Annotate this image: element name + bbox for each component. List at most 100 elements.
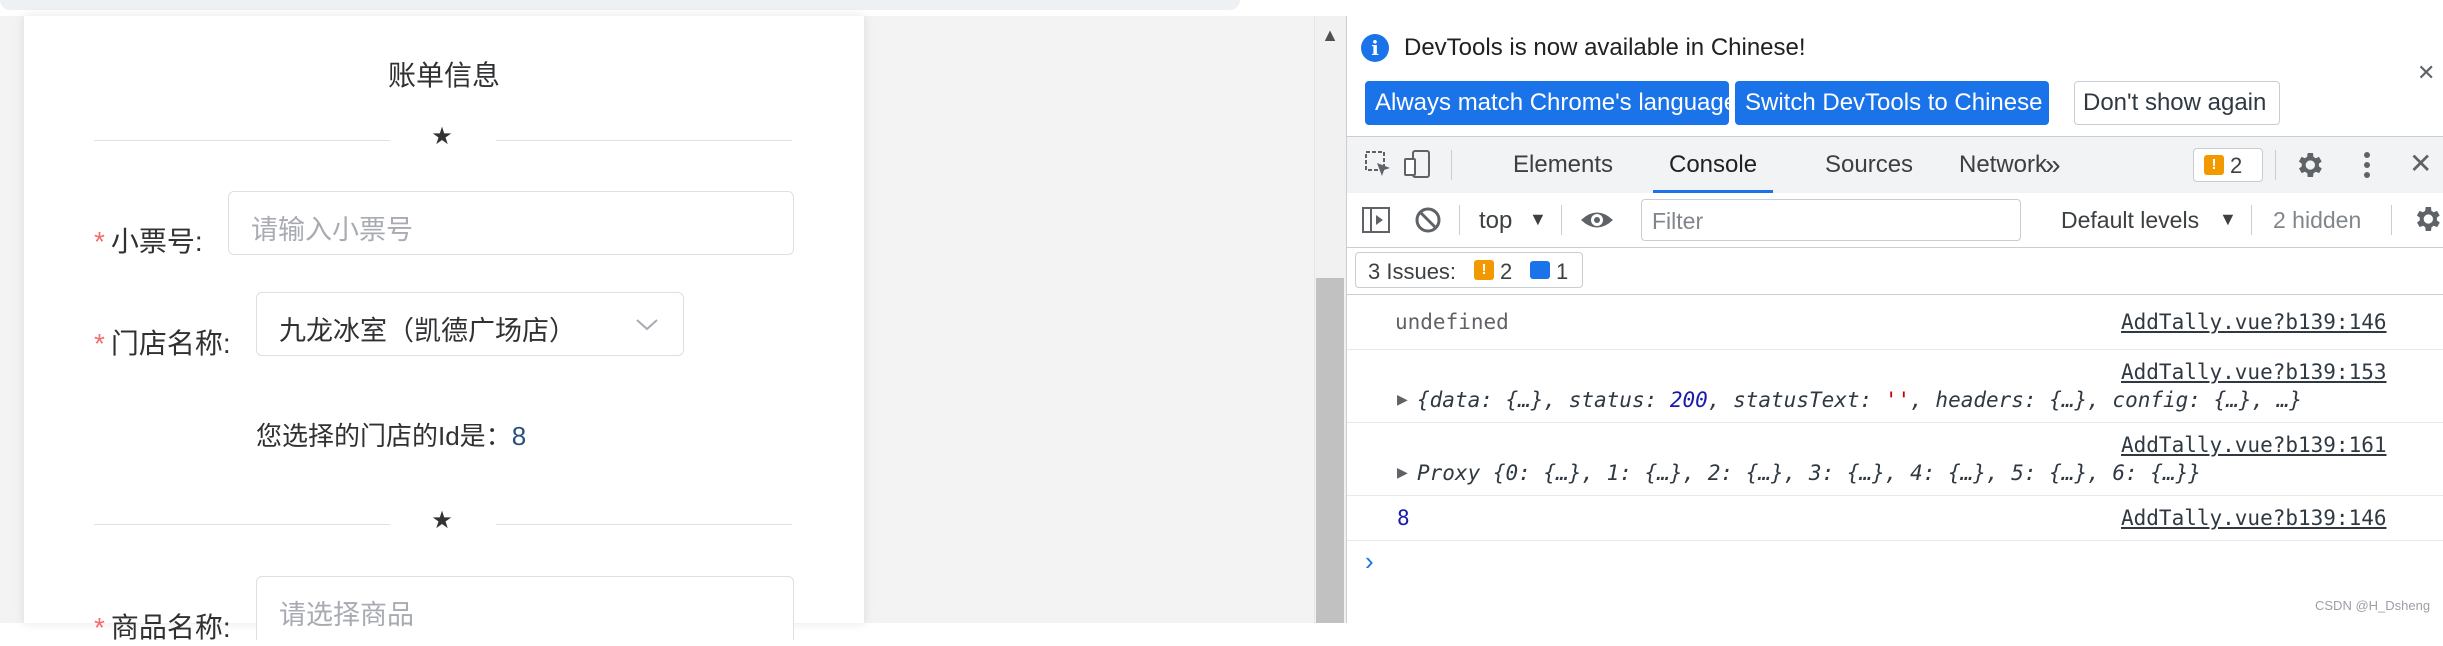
tab-sources[interactable]: Sources (1825, 137, 1913, 193)
close-icon[interactable]: ✕ (2417, 60, 2435, 86)
log-token: , headers: {…}, config: {…}, …} (1910, 388, 2303, 412)
log-source-link[interactable]: AddTally.vue?b139:161 (2121, 433, 2387, 457)
browser-top-strip (0, 0, 1316, 17)
expand-triangle-icon[interactable]: ▶ (1397, 391, 1408, 408)
info-icon: i (1361, 34, 1389, 62)
log-token: { (1417, 388, 1430, 412)
console-log-row: AddTally.vue?b139:153 ▶ {data: {…}, stat… (1347, 350, 2443, 423)
receipt-number-input[interactable]: 请输入小票号 (228, 191, 794, 255)
goods-label: * 商品名称: (94, 606, 231, 646)
divider-right (496, 140, 792, 141)
log-levels-dropdown[interactable]: Default levels ▼ (2061, 201, 2241, 239)
issues-bar: 3 Issues: ! 2 1 (1347, 248, 2443, 295)
page-title: 账单信息 (387, 60, 500, 91)
issues-label: 3 Issues: (1368, 259, 1457, 284)
context-selector[interactable]: top ▼ (1471, 201, 1551, 239)
log-object-proxy[interactable]: Proxy {0: {…}, 1: {…}, 2: {…}, 3: {…}, 4… (1417, 461, 2201, 485)
warning-icon: ! (1474, 260, 1494, 280)
log-message: 8 (1397, 506, 1410, 530)
log-token: 200 (1669, 388, 1708, 412)
log-source-link[interactable]: AddTally.vue?b139:146 (2121, 506, 2387, 530)
divider-left (94, 140, 390, 141)
language-banner: i DevTools is now available in Chinese! … (1347, 16, 2443, 134)
store-label: * 门店名称: (94, 322, 231, 362)
star-icon: ★ (431, 507, 453, 534)
tab-network[interactable]: Network (1959, 137, 2047, 193)
issues-counter-button[interactable]: ! 2 (2193, 148, 2263, 182)
always-match-language-button[interactable]: Always match Chrome's language (1365, 81, 1737, 125)
log-levels-value: Default levels (2061, 207, 2200, 233)
log-token: data: (1429, 388, 1506, 412)
console-log-row: 8 AddTally.vue?b139:146 (1347, 496, 2443, 541)
bill-form-card: 账单信息 ★ * 小票号: 请输入小票号 * 门店名称: 九龙冰室（凯德广场店） 您… (24, 16, 864, 643)
clear-console-icon[interactable] (1413, 205, 1443, 235)
chevron-down-icon: ▼ (2219, 209, 2237, 229)
scroll-up-icon[interactable]: ▲ (1316, 24, 1344, 46)
issues-summary-button[interactable]: 3 Issues: ! 2 1 (1355, 252, 1583, 288)
tab-console[interactable]: Console (1653, 137, 1774, 193)
watermark-text: CSDN @H_Dsheng (2315, 598, 2431, 613)
store-select[interactable]: 九龙冰室（凯德广场店） (256, 292, 684, 356)
scrollbar-thumb[interactable] (1316, 278, 1344, 623)
selected-store-id-value: 8 (511, 421, 527, 451)
log-token: {…} (1505, 388, 1544, 412)
settings-icon[interactable] (2293, 149, 2325, 181)
console-input[interactable] (1395, 544, 2395, 580)
chevron-down-icon (636, 319, 658, 331)
banner-text: DevTools is now available in Chinese! (1404, 34, 1806, 61)
dont-show-again-button[interactable]: Don't show again (2074, 81, 2280, 125)
close-devtools-icon[interactable]: ✕ (2409, 147, 2432, 180)
divider-right (496, 524, 792, 525)
log-message: undefined (1395, 310, 1509, 334)
issues-count: 2 (2230, 153, 2243, 178)
required-mark: * (94, 612, 105, 643)
issues-info-count: 1 (1556, 259, 1569, 284)
log-token: , status: (1543, 388, 1670, 412)
receipt-label: * 小票号: (94, 220, 203, 260)
toolbar-separator (1451, 150, 1452, 180)
issues-warning-count: 2 (1500, 259, 1513, 284)
devtools-panel: i DevTools is now available in Chinese! … (1346, 16, 2443, 623)
receipt-placeholder: 请输入小票号 (251, 215, 413, 245)
console-log-row: undefined AddTally.vue?b139:146 (1347, 295, 2443, 350)
expand-triangle-icon[interactable]: ▶ (1397, 464, 1408, 481)
divider-left (94, 524, 390, 525)
switch-to-chinese-button[interactable]: Switch DevTools to Chinese (1735, 81, 2049, 125)
log-source-link[interactable]: AddTally.vue?b139:153 (2121, 360, 2387, 384)
toolbar-separator (2391, 205, 2392, 235)
console-log-row: AddTally.vue?b139:161 ▶ Proxy {0: {…}, 1… (1347, 423, 2443, 496)
receipt-label-text: 小票号: (110, 226, 203, 257)
goods-placeholder: 请选择商品 (279, 600, 414, 630)
store-select-value: 九龙冰室（凯德广场店） (279, 316, 576, 346)
eye-icon[interactable] (1579, 205, 1615, 235)
toolbar-separator (2251, 205, 2252, 235)
context-value: top (1479, 207, 1513, 234)
log-token: '' (1884, 388, 1911, 412)
inspect-icon[interactable] (1363, 149, 1393, 179)
more-tabs-icon[interactable]: » (2045, 137, 2061, 193)
filter-placeholder: Filter (1652, 208, 1704, 234)
required-mark: * (94, 328, 105, 359)
info-issue-icon (1530, 261, 1550, 279)
console-filter-input[interactable]: Filter (1641, 199, 2021, 241)
hidden-count: 2 hidden (2273, 207, 2362, 233)
log-source-link[interactable]: AddTally.vue?b139:146 (2121, 310, 2387, 334)
goods-label-text: 商品名称: (110, 612, 231, 643)
store-label-text: 门店名称: (110, 328, 231, 359)
toolbar-separator (2275, 150, 2276, 180)
console-toolbar: top ▼ Filter Default levels ▼ 2 hidden (1347, 193, 2443, 248)
log-object-response[interactable]: {data: {…}, status: 200, statusText: '',… (1417, 388, 2302, 412)
selected-store-prefix: 您选择的门店的Id是： (256, 421, 512, 451)
warning-icon: ! (2204, 155, 2224, 175)
device-toggle-icon[interactable] (1403, 149, 1433, 179)
sidebar-toggle-icon[interactable] (1361, 205, 1391, 235)
console-settings-icon[interactable] (2411, 203, 2443, 235)
tab-elements[interactable]: Elements (1513, 137, 1613, 193)
devtools-tab-bar: Elements Console Sources Network » ! 2 ✕ (1347, 136, 2443, 194)
required-mark: * (94, 226, 105, 257)
kebab-menu-icon[interactable] (2357, 149, 2377, 181)
star-icon: ★ (431, 123, 453, 150)
goods-select[interactable]: 请选择商品 (256, 576, 794, 640)
selected-store-id: 您选择的门店的Id是：8 (256, 416, 526, 453)
console-prompt-icon[interactable]: › (1365, 546, 1374, 577)
